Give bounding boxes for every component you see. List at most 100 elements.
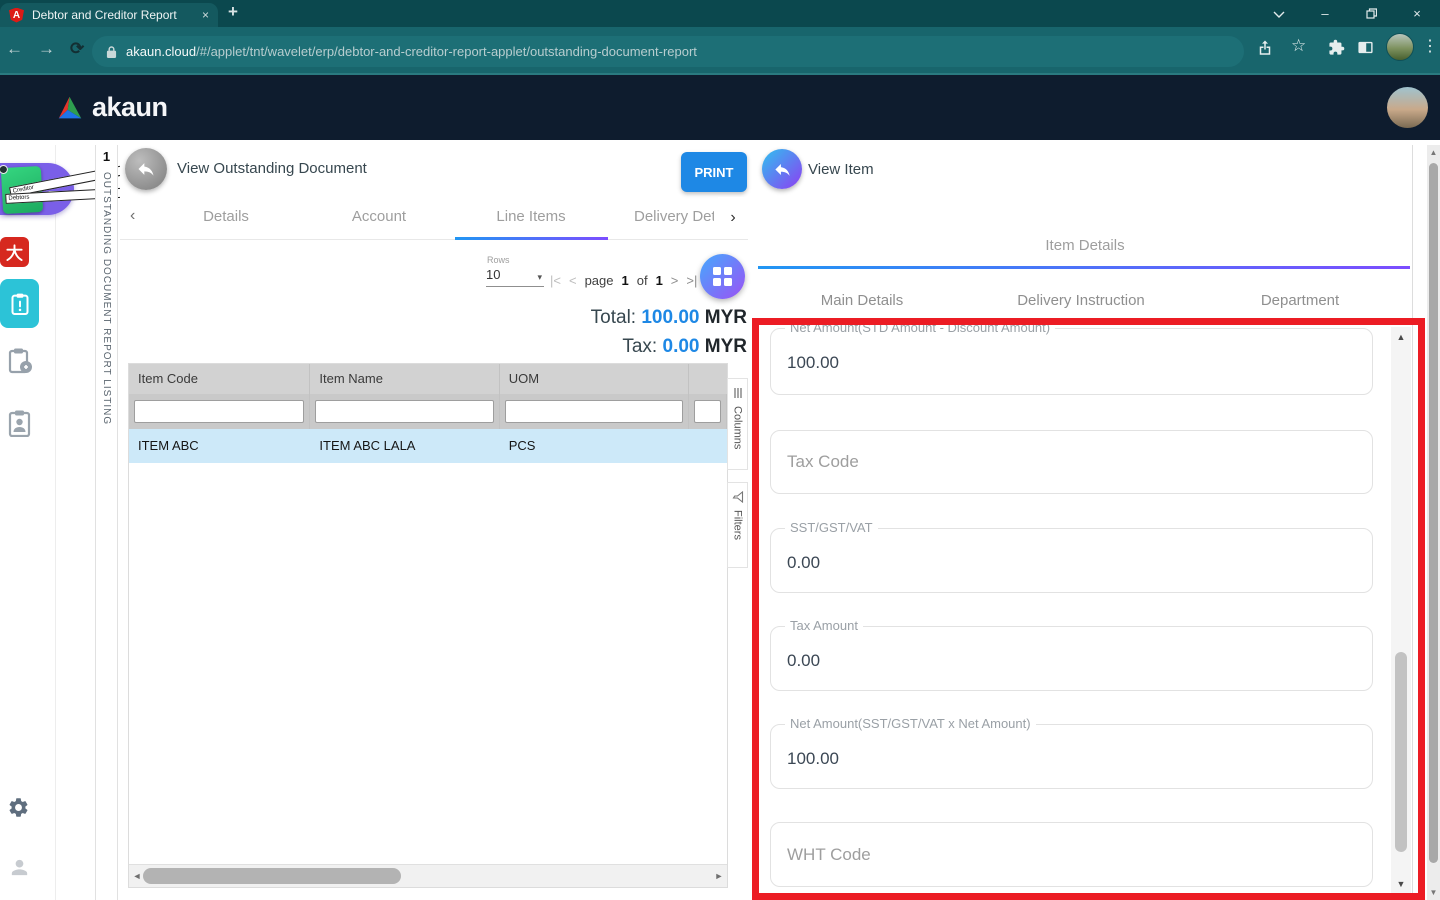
tax-line: Tax: 0.00 MYR <box>591 336 747 358</box>
window-close-button[interactable]: × <box>1394 0 1440 27</box>
next-page-button[interactable]: > <box>671 273 679 288</box>
form-scrollbar[interactable]: ▲ ▼ <box>1391 327 1411 893</box>
first-page-button[interactable]: |< <box>550 273 561 288</box>
tax-code-field[interactable]: Tax Code <box>770 430 1373 494</box>
of-word: of <box>637 273 648 288</box>
report-tab-strip[interactable]: 1 OUTSTANDING DOCUMENT REPORT LISTING <box>95 145 118 900</box>
filter-item-name-input[interactable] <box>315 400 493 423</box>
forward-nav-icon[interactable]: → <box>38 39 55 59</box>
header-partial[interactable] <box>689 364 727 394</box>
active-tab-underline <box>455 237 608 240</box>
item-details-underline <box>758 266 1410 269</box>
total-amount: 100.00 <box>641 307 699 328</box>
address-bar[interactable]: akaun.cloud/#/applet/tnt/wavelet/erp/deb… <box>92 36 1244 67</box>
pagination: |< < page 1 of 1 > >| <box>550 273 697 288</box>
panel-scroll-thumb[interactable] <box>1429 163 1438 863</box>
header-item-name[interactable]: Item Name <box>310 364 499 394</box>
scroll-down-arrow-icon[interactable]: ▼ <box>1391 879 1411 889</box>
item-panel-title: View Item <box>808 161 874 178</box>
settings-gear-icon[interactable] <box>7 796 30 824</box>
total-line: Total: 100.00 MYR <box>591 307 747 329</box>
tabs-scroll-left-icon[interactable]: ‹ <box>130 207 135 225</box>
scroll-up-arrow-icon[interactable]: ▲ <box>1427 148 1440 157</box>
browser-menu-dots-icon[interactable]: ⋮ <box>1422 36 1438 56</box>
report-tab-index: 1 <box>96 149 117 164</box>
tab-details[interactable]: Details <box>203 208 249 225</box>
header-item-code[interactable]: Item Code <box>129 364 310 394</box>
browser-toolbar: ← → ⟳ akaun.cloud/#/applet/tnt/wavelet/e… <box>0 27 1440 75</box>
browser-profile-avatar[interactable] <box>1386 33 1414 61</box>
table-row-selected[interactable]: ITEM ABC ITEM ABC LALA PCS <box>129 429 727 463</box>
document-totals: Total: 100.00 MYR Tax: 0.00 MYR <box>591 307 747 365</box>
header-uom[interactable]: UOM <box>500 364 689 394</box>
bookmark-star-icon[interactable]: ☆ <box>1291 36 1306 56</box>
grid-icon <box>713 267 732 286</box>
app-navbar: akaun <box>0 75 1440 140</box>
da-character-app-icon[interactable] <box>0 237 29 267</box>
browser-tab[interactable]: A Debtor and Creditor Report × <box>0 3 218 27</box>
net-amount-std-field[interactable]: Net Amount(STD Amount - Discount Amount)… <box>770 328 1373 395</box>
document-tabs: ‹ Details Account Line Items Delivery De… <box>120 197 748 240</box>
subtab-department[interactable]: Department <box>1261 292 1339 309</box>
akaun-logo[interactable]: akaun <box>55 92 168 123</box>
form-scroll-thumb[interactable] <box>1395 652 1407 852</box>
total-pages: 1 <box>656 273 663 288</box>
page-word: page <box>585 273 614 288</box>
sst-gst-vat-field[interactable]: SST/GST/VAT 0.00 <box>770 528 1373 593</box>
tab-line-items[interactable]: Line Items <box>496 208 565 225</box>
tab-delivery-details[interactable]: Delivery Deta <box>634 208 714 225</box>
wht-code-field[interactable]: WHT Code <box>770 822 1373 887</box>
window-restore-button[interactable] <box>1348 0 1394 27</box>
clipboard-person-icon[interactable] <box>7 409 33 442</box>
item-back-button[interactable] <box>762 149 802 189</box>
reload-icon[interactable]: ⟳ <box>70 39 84 59</box>
clipboard-copy-icon[interactable] <box>7 347 33 380</box>
debtor-creditor-applet-icon[interactable]: Creditor Debtors <box>1 166 43 214</box>
rail-divider <box>55 145 56 900</box>
outstanding-document-panel: View Outstanding Document PRINT ‹ Detail… <box>120 145 748 900</box>
view-switcher-button[interactable] <box>700 254 745 299</box>
scroll-down-arrow-icon[interactable]: ▼ <box>1427 888 1440 897</box>
last-page-button[interactable]: >| <box>686 273 697 288</box>
tax-amount-field[interactable]: Tax Amount 0.00 <box>770 626 1373 691</box>
dropdown-caret-icon: ▾ <box>537 272 542 283</box>
window-minimize-button[interactable]: – <box>1302 0 1348 27</box>
rows-per-page-select[interactable]: 10 ▾ <box>486 267 544 287</box>
horizontal-scrollbar[interactable]: ◄ ► <box>129 864 727 887</box>
subtab-delivery-instruction[interactable]: Delivery Instruction <box>1017 292 1145 309</box>
filter-item-code-input[interactable] <box>134 400 304 423</box>
field-label: Tax Code <box>787 452 859 472</box>
field-label: SST/GST/VAT <box>785 520 878 535</box>
tabs-scroll-right-icon[interactable]: › <box>718 197 748 239</box>
scroll-up-arrow-icon[interactable]: ▲ <box>1391 332 1411 342</box>
tab-item-details[interactable]: Item Details <box>758 237 1412 254</box>
profile-person-icon[interactable] <box>8 856 31 884</box>
net-amount-sst-field[interactable]: Net Amount(SST/GST/VAT x Net Amount) 100… <box>770 724 1373 789</box>
scroll-right-arrow-icon[interactable]: ► <box>711 865 727 887</box>
horizontal-scroll-thumb[interactable] <box>143 868 401 884</box>
cell-item-name: ITEM ABC LALA <box>310 429 499 463</box>
subtab-main-details[interactable]: Main Details <box>821 292 904 309</box>
filter-uom-input[interactable] <box>505 400 683 423</box>
tab-close-icon[interactable]: × <box>202 8 209 22</box>
filters-side-button[interactable]: Filters <box>727 482 748 568</box>
field-label: WHT Code <box>787 845 871 865</box>
user-avatar[interactable] <box>1387 87 1428 128</box>
report-applet-icon-active[interactable] <box>0 279 39 328</box>
side-panel-icon[interactable] <box>1357 39 1374 61</box>
field-label: Net Amount(SST/GST/VAT x Net Amount) <box>785 716 1036 731</box>
prev-page-button[interactable]: < <box>569 273 577 288</box>
field-value: 0.00 <box>787 553 820 573</box>
share-icon[interactable] <box>1256 39 1274 62</box>
panel-title: View Outstanding Document <box>177 160 367 177</box>
filter-partial-input[interactable] <box>694 400 721 423</box>
columns-side-button[interactable]: Columns <box>727 378 748 470</box>
print-button[interactable]: PRINT <box>681 152 747 192</box>
new-tab-button[interactable]: + <box>228 2 238 22</box>
back-nav-icon[interactable]: ← <box>6 39 23 59</box>
filter-funnel-icon <box>732 491 744 503</box>
back-button[interactable] <box>125 148 167 190</box>
tab-account[interactable]: Account <box>352 208 406 225</box>
window-chevron-icon[interactable] <box>1256 0 1302 27</box>
extensions-puzzle-icon[interactable] <box>1328 39 1345 61</box>
